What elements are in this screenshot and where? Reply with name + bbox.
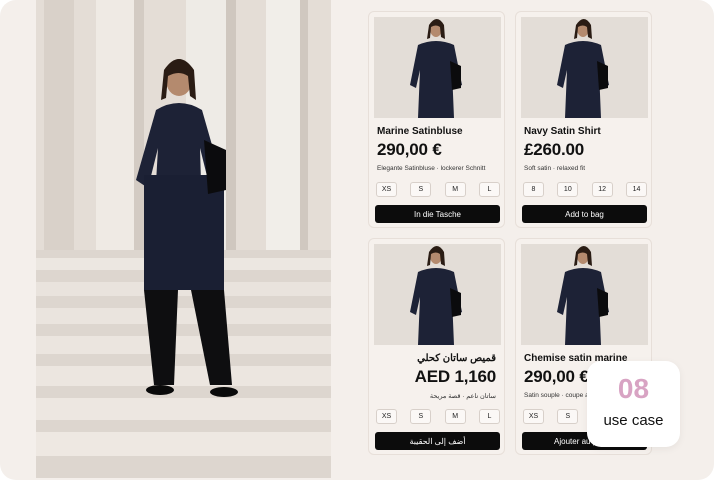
size-option[interactable]: 12 — [591, 182, 613, 197]
product-price: 290,00 € — [377, 140, 442, 159]
size-options: XS S M L — [376, 182, 500, 197]
add-to-bag-button[interactable]: In die Tasche — [375, 205, 500, 223]
use-case-label: use case — [603, 412, 664, 429]
product-image[interactable] — [374, 17, 501, 118]
product-name: قميص ساتان كحلي — [417, 353, 496, 364]
canvas: Marine Satinbluse 290,00 € Elegante Sati… — [0, 0, 714, 480]
product-description: Elegante Satinbluse · lockerer Schnitt — [377, 165, 486, 172]
size-option[interactable]: 14 — [625, 182, 647, 197]
use-case-badge: 08 use case — [587, 361, 680, 447]
size-option[interactable]: XS — [523, 409, 544, 424]
use-case-number: 08 — [617, 373, 650, 404]
size-option[interactable]: 8 — [523, 182, 544, 197]
product-card[interactable]: Marine Satinbluse 290,00 € Elegante Sati… — [368, 11, 505, 228]
size-option[interactable]: 10 — [557, 182, 579, 197]
product-description: Soft satin · relaxed fit — [524, 165, 586, 172]
hero-model-image — [36, 0, 331, 478]
size-option[interactable]: S — [557, 409, 579, 424]
size-option[interactable]: M — [444, 409, 466, 424]
product-name: Marine Satinbluse — [377, 126, 463, 137]
size-option[interactable]: XS — [376, 182, 397, 197]
size-options: 8 10 12 14 — [523, 182, 647, 197]
size-option[interactable]: XS — [376, 409, 397, 424]
size-option[interactable]: L — [478, 182, 500, 197]
add-to-bag-button[interactable]: Add to bag — [522, 205, 647, 223]
add-to-bag-button[interactable]: أضف إلى الحقيبة — [375, 432, 500, 450]
product-description: ساتان ناعم · قصة مريحة — [429, 393, 496, 400]
size-option[interactable]: S — [410, 409, 432, 424]
product-image[interactable] — [521, 244, 648, 345]
product-image[interactable] — [374, 244, 501, 345]
size-option[interactable]: S — [410, 182, 432, 197]
product-card[interactable]: قميص ساتان كحلي AED 1,160 ساتان ناعم · ق… — [368, 238, 505, 455]
size-option[interactable]: M — [444, 182, 466, 197]
product-price: £260.00 — [524, 140, 585, 159]
size-options: XS S M L — [376, 409, 500, 424]
product-name: Navy Satin Shirt — [524, 126, 601, 137]
product-price: 290,00 € — [524, 367, 589, 386]
size-option[interactable]: L — [478, 409, 500, 424]
product-price: AED 1,160 — [414, 367, 497, 386]
product-image[interactable] — [521, 17, 648, 118]
product-card[interactable]: Navy Satin Shirt £260.00 Soft satin · re… — [515, 11, 652, 228]
